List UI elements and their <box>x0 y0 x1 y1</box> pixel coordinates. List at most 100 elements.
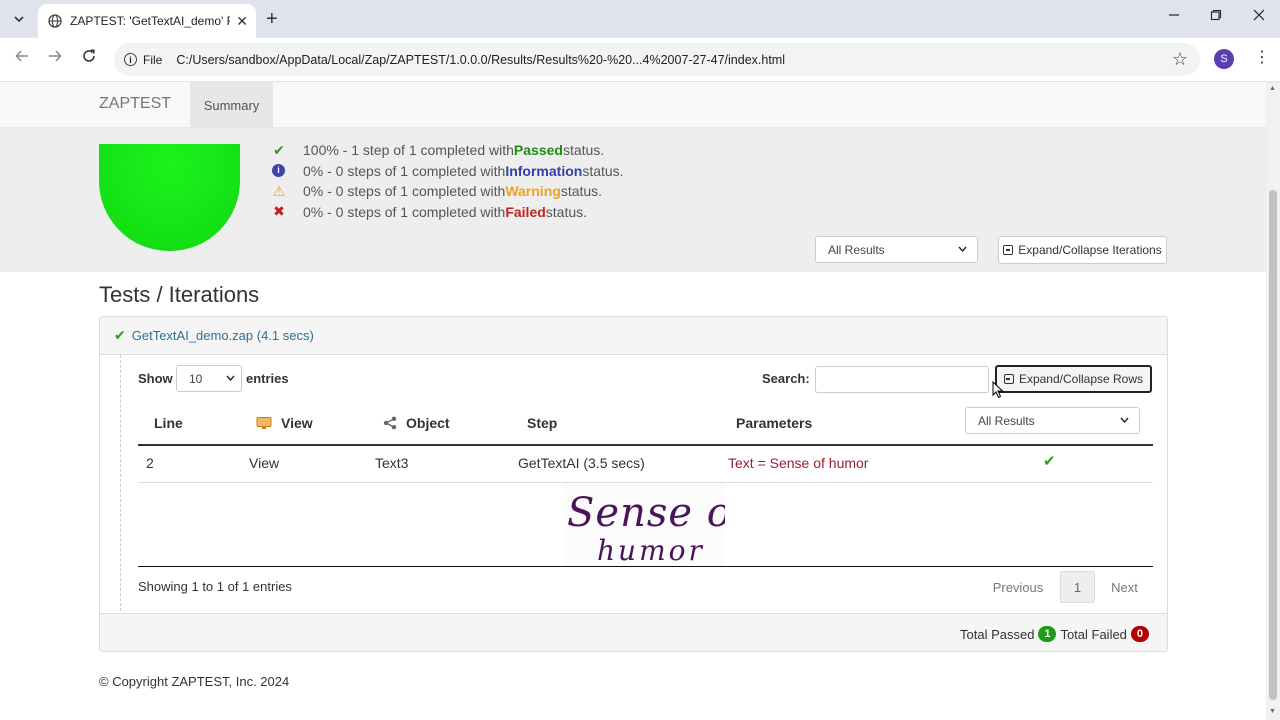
status-failed-prefix: 0% - 0 steps of 1 completed with <box>303 203 506 220</box>
tab-title: ZAPTEST: 'GetTextAI_demo' Ru <box>70 14 231 28</box>
profile-avatar[interactable]: S <box>1214 49 1234 69</box>
status-row-information: i 0% - 0 steps of 1 completed with Infor… <box>270 161 624 182</box>
status-info-prefix: 0% - 0 steps of 1 completed with <box>303 162 506 179</box>
forward-arrow-icon[interactable] <box>44 48 66 68</box>
search-label: Search: <box>762 371 810 386</box>
info-icon: i <box>124 53 137 66</box>
scroll-up-icon[interactable]: ▲ <box>1269 85 1276 92</box>
collapse-square-icon <box>1003 374 1014 384</box>
url-text[interactable]: C:/Users/sandbox/AppData/Local/Zap/ZAPTE… <box>176 53 785 67</box>
table-info: Showing 1 to 1 of 1 entries <box>138 579 292 594</box>
column-header-parameters[interactable]: Parameters <box>736 415 812 431</box>
info-circle-icon: i <box>272 164 285 178</box>
cell-parameters: Text = Sense of humor <box>728 455 869 471</box>
chevron-down-icon <box>958 244 967 255</box>
check-icon: ✔ <box>273 141 285 158</box>
status-row-passed: ✔ 100% - 1 step of 1 completed with Pass… <box>270 140 624 161</box>
total-passed-label: Total Passed <box>960 626 1035 642</box>
show-label: Show <box>138 371 173 386</box>
row-status-filter-select[interactable]: All Results <box>965 407 1140 434</box>
monitor-icon <box>256 417 272 429</box>
cell-step: GetTextAI (3.5 secs) <box>518 455 645 471</box>
status-row-warning: ⚠ 0% - 0 steps of 1 completed with Warni… <box>270 181 624 202</box>
total-passed-badge: 1 <box>1038 626 1057 642</box>
column-header-view-label: View <box>281 415 313 431</box>
nav-summary-tab[interactable]: Summary <box>190 82 273 128</box>
search-input[interactable] <box>815 366 989 393</box>
menu-kebab-icon[interactable]: ⋮ <box>1254 47 1270 67</box>
column-header-line[interactable]: Line <box>154 415 183 431</box>
pass-rate-pie <box>99 144 240 251</box>
tab-search-button[interactable] <box>8 8 30 30</box>
results-filter-select[interactable]: All Results <box>815 236 978 263</box>
status-failed-suffix: status. <box>545 203 588 220</box>
chevron-down-icon <box>14 16 24 23</box>
scrollbar-thumb[interactable] <box>1269 190 1277 700</box>
status-info-suffix: status. <box>582 162 624 179</box>
column-header-step[interactable]: Step <box>527 415 557 431</box>
brand-logo-text[interactable]: ZAPTEST <box>99 95 171 113</box>
bookmark-star-icon[interactable]: ☆ <box>1172 49 1188 70</box>
browser-tab[interactable]: ZAPTEST: 'GetTextAI_demo' Ru ✕ <box>38 4 256 38</box>
status-passed-keyword: Passed <box>513 142 563 159</box>
entries-per-page-select[interactable]: 10 <box>176 365 242 392</box>
status-list: ✔ 100% - 1 step of 1 completed with Pass… <box>270 140 624 222</box>
cell-object: Text3 <box>375 455 409 471</box>
check-icon: ✔ <box>114 327 126 343</box>
entries-label: entries <box>246 371 289 386</box>
globe-icon <box>48 14 62 28</box>
cell-line: 2 <box>146 455 154 471</box>
minimize-icon[interactable] <box>1168 8 1180 25</box>
warning-triangle-icon: ⚠ <box>272 182 286 199</box>
table-header-divider <box>138 444 1153 446</box>
page-scrollbar[interactable]: ▲ ▼ <box>1266 82 1280 720</box>
status-warn-keyword: Warning <box>505 183 561 200</box>
report-navbar: ZAPTEST Summary <box>0 82 1266 128</box>
column-header-object[interactable]: Object <box>383 415 450 431</box>
panel-tree-line <box>120 355 121 611</box>
column-header-view[interactable]: View <box>256 415 313 431</box>
test-name-link[interactable]: GetTextAI_demo.zap (4.1 secs) <box>132 328 314 343</box>
restore-icon[interactable] <box>1210 8 1222 25</box>
copyright-footer: © Copyright ZAPTEST, Inc. 2024 <box>99 674 290 689</box>
status-passed-prefix: 100% - 1 step of 1 completed with <box>303 142 514 159</box>
test-panel-header[interactable]: ✔ GetTextAI_demo.zap (4.1 secs) <box>100 317 1167 355</box>
handwriting-drawing: Sense of humor <box>567 490 752 567</box>
expand-collapse-iterations-button[interactable]: Expand/Collapse Iterations <box>998 236 1167 264</box>
captured-handwriting-image: Sense of humor <box>565 484 752 567</box>
results-filter-value: All Results <box>828 242 885 257</box>
total-failed-badge: 0 <box>1130 626 1149 642</box>
pager-previous[interactable]: Previous <box>985 571 1051 603</box>
handwriting-line-2: humor <box>597 534 705 566</box>
expand-collapse-rows-button[interactable]: Expand/Collapse Rows <box>995 365 1152 393</box>
window-close-icon[interactable] <box>1253 8 1265 25</box>
address-bar[interactable]: i File C:/Users/sandbox/AppData/Local/Za… <box>114 43 1200 76</box>
handwriting-line-1: Sense of <box>567 490 725 536</box>
table-bottom-border <box>138 566 1153 567</box>
expand-iterations-label: Expand/Collapse Iterations <box>1018 243 1162 257</box>
share-nodes-icon <box>383 416 397 430</box>
back-arrow-icon[interactable] <box>11 48 33 68</box>
new-tab-button[interactable]: + <box>266 8 278 30</box>
column-header-object-label: Object <box>406 415 450 431</box>
status-passed-suffix: status. <box>562 142 605 159</box>
browser-toolbar: i File C:/Users/sandbox/AppData/Local/Za… <box>0 38 1280 82</box>
mouse-cursor-icon <box>992 381 1004 399</box>
row-status-filter-value: All Results <box>978 413 1035 428</box>
reload-icon[interactable] <box>78 48 100 68</box>
chevron-down-icon <box>1120 415 1129 426</box>
site-info-button[interactable]: i File <box>124 53 162 67</box>
totals-bar: Total Passed 1 Total Failed 0 <box>960 626 1149 642</box>
passed-check-icon: ✔ <box>1043 453 1056 470</box>
entries-per-page-value: 10 <box>189 371 203 386</box>
collapse-square-icon <box>1003 245 1014 255</box>
pager-next[interactable]: Next <box>1102 571 1147 603</box>
expand-rows-label: Expand/Collapse Rows <box>1018 372 1144 386</box>
x-mark-icon: ✖ <box>273 203 285 220</box>
status-row-failed: ✖ 0% - 0 steps of 1 completed with Faile… <box>270 202 624 223</box>
scroll-down-icon[interactable]: ▼ <box>1269 708 1276 715</box>
section-title: Tests / Iterations <box>99 282 260 307</box>
close-tab-icon[interactable]: ✕ <box>236 13 248 30</box>
total-failed-label: Total Failed <box>1060 626 1127 642</box>
pager-page-1[interactable]: 1 <box>1060 571 1095 603</box>
